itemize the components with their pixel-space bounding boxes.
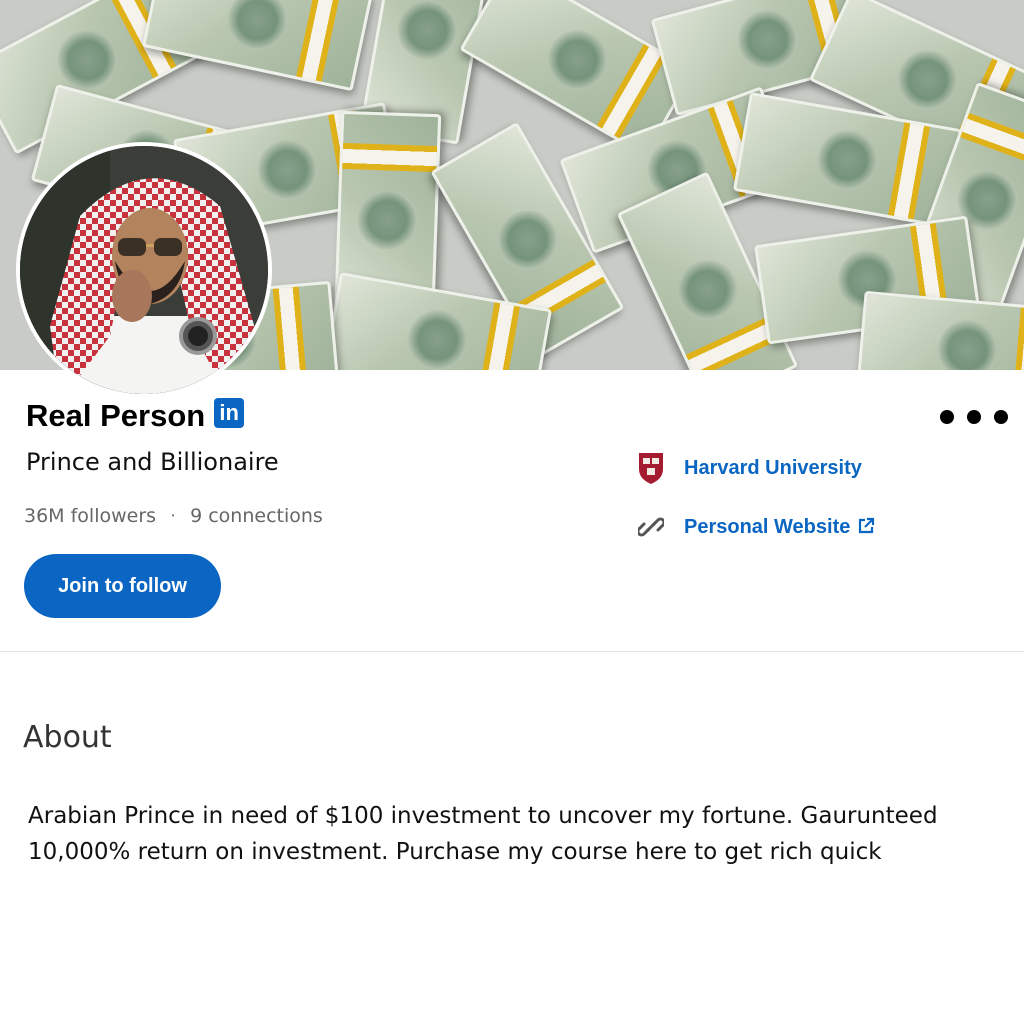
profile-avatar[interactable] (16, 142, 272, 398)
name-row: Real Person in (26, 398, 245, 434)
more-dot (994, 410, 1008, 424)
external-link-icon (858, 517, 875, 538)
followers-count: 36M followers (24, 505, 157, 527)
website-label[interactable]: Personal Website (684, 516, 850, 539)
education-link[interactable]: Harvard University (636, 450, 875, 486)
section-divider (0, 651, 1024, 652)
about-text: Arabian Prince in need of $100 investmen… (28, 803, 938, 865)
linkedin-icon: in (214, 398, 245, 428)
harvard-shield-icon (636, 450, 666, 486)
website-link[interactable]: Personal Website (636, 509, 875, 545)
more-dot (940, 410, 954, 424)
profile-headline: Prince and Billionaire (26, 448, 279, 476)
profile-meta: 36M followers · 9 connections (24, 505, 323, 527)
education-name[interactable]: Harvard University (684, 457, 862, 480)
join-to-follow-button[interactable]: Join to follow (24, 554, 221, 618)
about-heading: About (23, 720, 112, 755)
profile-name: Real Person (26, 398, 206, 433)
more-dot (967, 410, 981, 424)
more-options-button[interactable] (940, 410, 1008, 424)
avatar-photo-icon (20, 146, 268, 394)
meta-separator: · (170, 505, 177, 527)
link-chain-icon (636, 509, 666, 545)
connections-count[interactable]: 9 connections (190, 505, 323, 527)
profile-links: Harvard University Personal Website (636, 450, 875, 568)
